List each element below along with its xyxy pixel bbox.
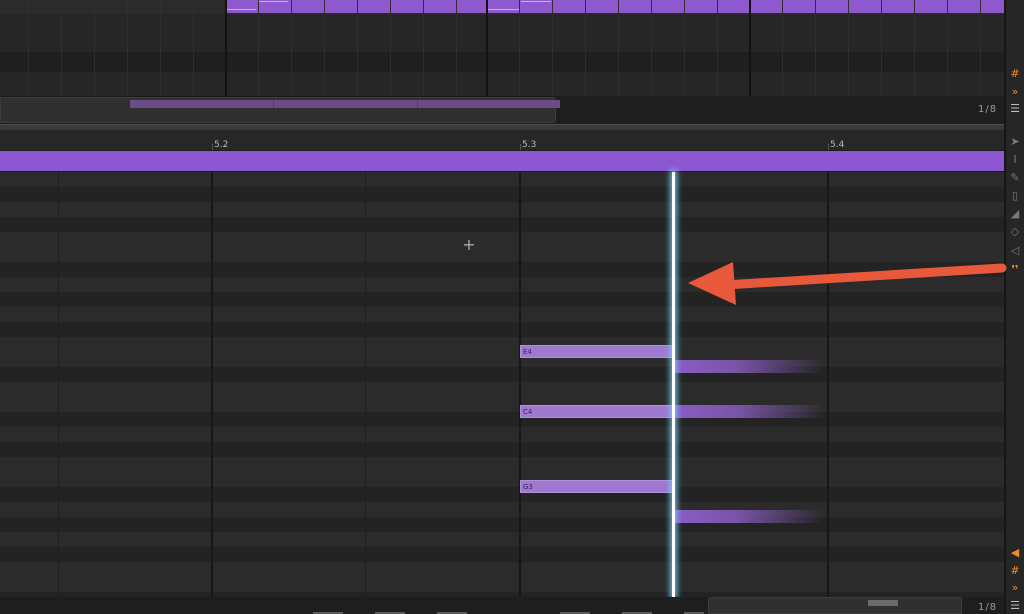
crosshair-cursor-icon: + xyxy=(462,235,476,254)
note-grid[interactable]: E4 C4 G3 xyxy=(0,172,1004,597)
midi-note[interactable]: E4 xyxy=(520,345,674,358)
arrangement-gap xyxy=(0,52,1004,72)
audition-tool-icon[interactable]: ◁ xyxy=(1007,243,1023,259)
timeline-ruler[interactable]: 5.2 5.3 5.4 xyxy=(0,130,1004,150)
note-tail-ghost xyxy=(675,360,825,373)
arrangement-clip[interactable] xyxy=(226,0,486,13)
play-marker-icon[interactable]: ◀ xyxy=(1007,545,1023,561)
ruler-label: 5.3 xyxy=(522,140,537,150)
slide-tool-icon[interactable]: ◇ xyxy=(1007,224,1023,240)
arrangement-lane xyxy=(0,14,1004,52)
arrangement-clip[interactable] xyxy=(750,0,1004,13)
pointer-tool-icon[interactable]: ➤ xyxy=(1007,134,1023,150)
mixer-icon[interactable]: ☰ xyxy=(1007,101,1023,117)
footsteps-tool-icon[interactable]: ❜❜ xyxy=(1007,262,1023,278)
arrangement-lane xyxy=(0,72,1004,96)
note-tail-ghost xyxy=(675,405,827,418)
piano-roll-scroll-thumb[interactable] xyxy=(708,597,962,614)
grid-snap-icon[interactable]: # xyxy=(1007,563,1023,579)
arrangement-zoom-label: 1/8 xyxy=(978,104,998,115)
clip-loop-bar[interactable] xyxy=(0,151,1004,171)
arrangement-overview xyxy=(130,100,560,108)
arrangement-pane xyxy=(0,0,1004,96)
scroll-grip[interactable] xyxy=(868,600,898,606)
fast-forward-icon[interactable]: » xyxy=(1007,84,1023,100)
piano-roll-zoom-label: 1/8 xyxy=(978,602,998,613)
midi-note[interactable]: C4 xyxy=(520,405,674,418)
ruler-label: 5.4 xyxy=(830,140,845,150)
playhead[interactable] xyxy=(672,172,675,597)
mixer-icon[interactable]: ☰ xyxy=(1007,598,1023,614)
grid-snap-icon[interactable]: # xyxy=(1007,66,1023,82)
pen-tool-icon[interactable]: ✎ xyxy=(1007,170,1023,186)
knife-tool-icon[interactable]: ◢ xyxy=(1007,206,1023,222)
time-select-tool-icon[interactable]: I xyxy=(1007,152,1023,168)
note-tail-ghost xyxy=(675,510,825,523)
arrangement-scrollbar[interactable]: 1/8 xyxy=(0,97,1004,123)
ruler-label: 5.2 xyxy=(214,140,229,150)
midi-note[interactable]: G3 xyxy=(520,480,674,493)
eraser-tool-icon[interactable]: ▯ xyxy=(1007,188,1023,204)
fast-forward-icon[interactable]: » xyxy=(1007,580,1023,596)
